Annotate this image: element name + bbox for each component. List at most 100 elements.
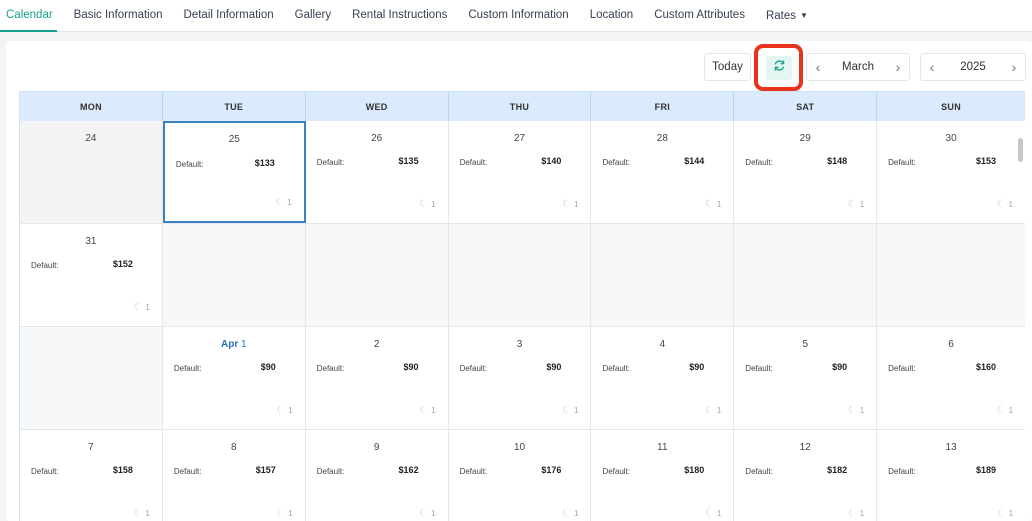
day-cell[interactable]: 29 Default: $148 ☾ 1: [734, 121, 878, 223]
moon-icon: ☾: [276, 405, 286, 416]
moon-icon: ☾: [847, 508, 857, 519]
rate-value: $90: [260, 362, 276, 372]
rate-label: Default:: [888, 364, 916, 373]
tab-custom-attributes[interactable]: Custom Attributes: [654, 0, 745, 32]
min-nights-value: 1: [859, 509, 865, 518]
weekday-thu: THU: [449, 92, 592, 121]
day-cell[interactable]: 13 Default: $189 ☾ 1: [877, 430, 1026, 521]
tab-detail-information[interactable]: Detail Information: [184, 0, 274, 32]
month-value[interactable]: March: [829, 61, 887, 73]
moon-icon: ☾: [847, 405, 857, 416]
rate-label: Default:: [31, 261, 59, 270]
min-nights-value: 1: [287, 198, 292, 207]
day-cell[interactable]: 12 Default: $182 ☾ 1: [734, 430, 878, 521]
day-number: 8: [231, 442, 237, 453]
prev-month-button[interactable]: ‹: [807, 54, 829, 80]
rate-value: $144: [684, 156, 705, 166]
chevron-left-icon: ‹: [929, 59, 935, 75]
min-nights-value: 1: [431, 509, 436, 518]
next-month-button[interactable]: ›: [887, 54, 909, 80]
tab-bar: Calendar Basic Information Detail Informat…: [0, 0, 1032, 32]
prev-year-button[interactable]: ‹: [921, 54, 943, 80]
day-cell[interactable]: 11 Default: $180 ☾ 1: [591, 430, 735, 521]
day-number: 5: [802, 339, 808, 350]
day-cell[interactable]: 24: [20, 121, 163, 223]
tab-custom-information[interactable]: Custom Information: [468, 0, 568, 32]
day-cell[interactable]: 2 Default: $90 ☾ 1: [305, 327, 449, 429]
scrollbar[interactable]: [1018, 138, 1023, 162]
moon-icon: ☾: [704, 199, 714, 210]
day-cell[interactable]: 31 Default: $152 ☾ 1: [20, 224, 163, 326]
tab-location[interactable]: Location: [590, 0, 633, 32]
empty-day-cell: [305, 224, 449, 326]
day-cell[interactable]: 3 Default: $90 ☾ 1: [448, 327, 592, 429]
moon-icon: ☾: [704, 508, 714, 519]
chevron-right-icon: ›: [895, 59, 901, 75]
day-cell[interactable]: 27 Default: $140 ☾ 1: [448, 121, 592, 223]
weekday-sun: SUN: [941, 101, 962, 112]
rate-label: Default:: [173, 364, 202, 373]
rate-value: $182: [827, 465, 848, 475]
moon-icon: ☾: [275, 197, 285, 208]
empty-day-cell: [734, 224, 878, 326]
empty-day-cell: [877, 224, 1026, 326]
rate-value: $153: [975, 156, 996, 166]
tab-gallery[interactable]: Gallery: [295, 0, 331, 32]
moon-icon: ☾: [996, 508, 1006, 519]
rate-value: $90: [403, 362, 419, 372]
today-button[interactable]: Today: [704, 53, 751, 81]
rate-value: $90: [832, 362, 848, 372]
day-cell[interactable]: 26 Default: $135 ☾ 1: [305, 121, 449, 223]
min-nights-value: 1: [859, 200, 865, 209]
day-cell[interactable]: 4 Default: $90 ☾ 1: [591, 327, 735, 429]
tab-label: Rates: [765, 9, 796, 22]
day-cell[interactable]: 6 Default: $160 ☾ 1: [877, 327, 1026, 429]
min-nights-value: 1: [573, 509, 579, 518]
tab-calendar[interactable]: Calendar: [0, 0, 57, 32]
rate-label: Default:: [459, 158, 488, 167]
min-nights: ☾ 1: [848, 199, 864, 210]
day-number: 30: [945, 133, 957, 144]
year-selector: ‹ 2025 ›: [920, 53, 1026, 81]
day-cell[interactable]: 10 Default: $176 ☾ 1: [448, 430, 592, 521]
min-nights-value: 1: [145, 509, 150, 518]
day-cell[interactable]: 7 Default: $158 ☾ 1: [20, 430, 163, 521]
min-nights: ☾ 1: [276, 508, 292, 519]
rate-label: Default:: [175, 160, 204, 169]
rate-value: $157: [255, 465, 276, 475]
tab-rental-instructions[interactable]: Rental Instructions: [352, 0, 447, 32]
day-cell[interactable]: 25 Default: $133 ☾ 1: [162, 121, 306, 223]
day-cell[interactable]: Apr 1 Default: $90 ☾ 1: [162, 327, 306, 429]
year-value[interactable]: 2025: [943, 61, 1003, 73]
empty-day-cell: [162, 224, 306, 326]
day-number: 13: [945, 442, 957, 453]
tab-basic-information[interactable]: Basic Information: [74, 0, 163, 32]
min-nights: ☾ 1: [419, 508, 435, 519]
day-number: 9: [373, 442, 380, 453]
rate-label: Default:: [459, 467, 488, 476]
refresh-icon: [773, 59, 786, 77]
next-year-button[interactable]: ›: [1003, 54, 1025, 80]
tab-label: Location: [589, 8, 634, 21]
moon-icon: ☾: [704, 405, 714, 416]
moon-icon: ☾: [133, 302, 143, 313]
min-nights-value: 1: [716, 200, 722, 209]
moon-icon: ☾: [419, 405, 429, 416]
chevron-left-icon: ‹: [815, 59, 821, 75]
min-nights-value: 1: [145, 303, 150, 312]
min-nights: ☾ 1: [705, 199, 721, 210]
calendar-grid: MON TUE WED THU FRI SAT SUN 24 25 Default: $133 ☾ 1…: [19, 91, 1026, 521]
tab-rates[interactable]: Rates ▼: [766, 0, 808, 32]
day-number: 26: [371, 133, 383, 144]
day-cell[interactable]: 5 Default: $90 ☾ 1: [734, 327, 878, 429]
refresh-button[interactable]: [766, 56, 792, 80]
min-nights-value: 1: [1008, 509, 1014, 518]
day-cell[interactable]: 28 Default: $144 ☾ 1: [591, 121, 735, 223]
day-cell[interactable]: 30 Default: $153 ☾ 1: [877, 121, 1025, 223]
calendar-weeks: 24 25 Default: $133 ☾ 1 26 Default: $135 ☾ 1 27 Defa…: [20, 121, 1026, 521]
empty-day-cell: [591, 224, 735, 326]
min-nights: ☾ 1: [562, 199, 578, 210]
day-cell[interactable]: 8 Default: $157 ☾ 1: [162, 430, 306, 521]
day-cell[interactable]: 9 Default: $162 ☾ 1: [305, 430, 449, 521]
rate-value: $176: [541, 465, 562, 475]
